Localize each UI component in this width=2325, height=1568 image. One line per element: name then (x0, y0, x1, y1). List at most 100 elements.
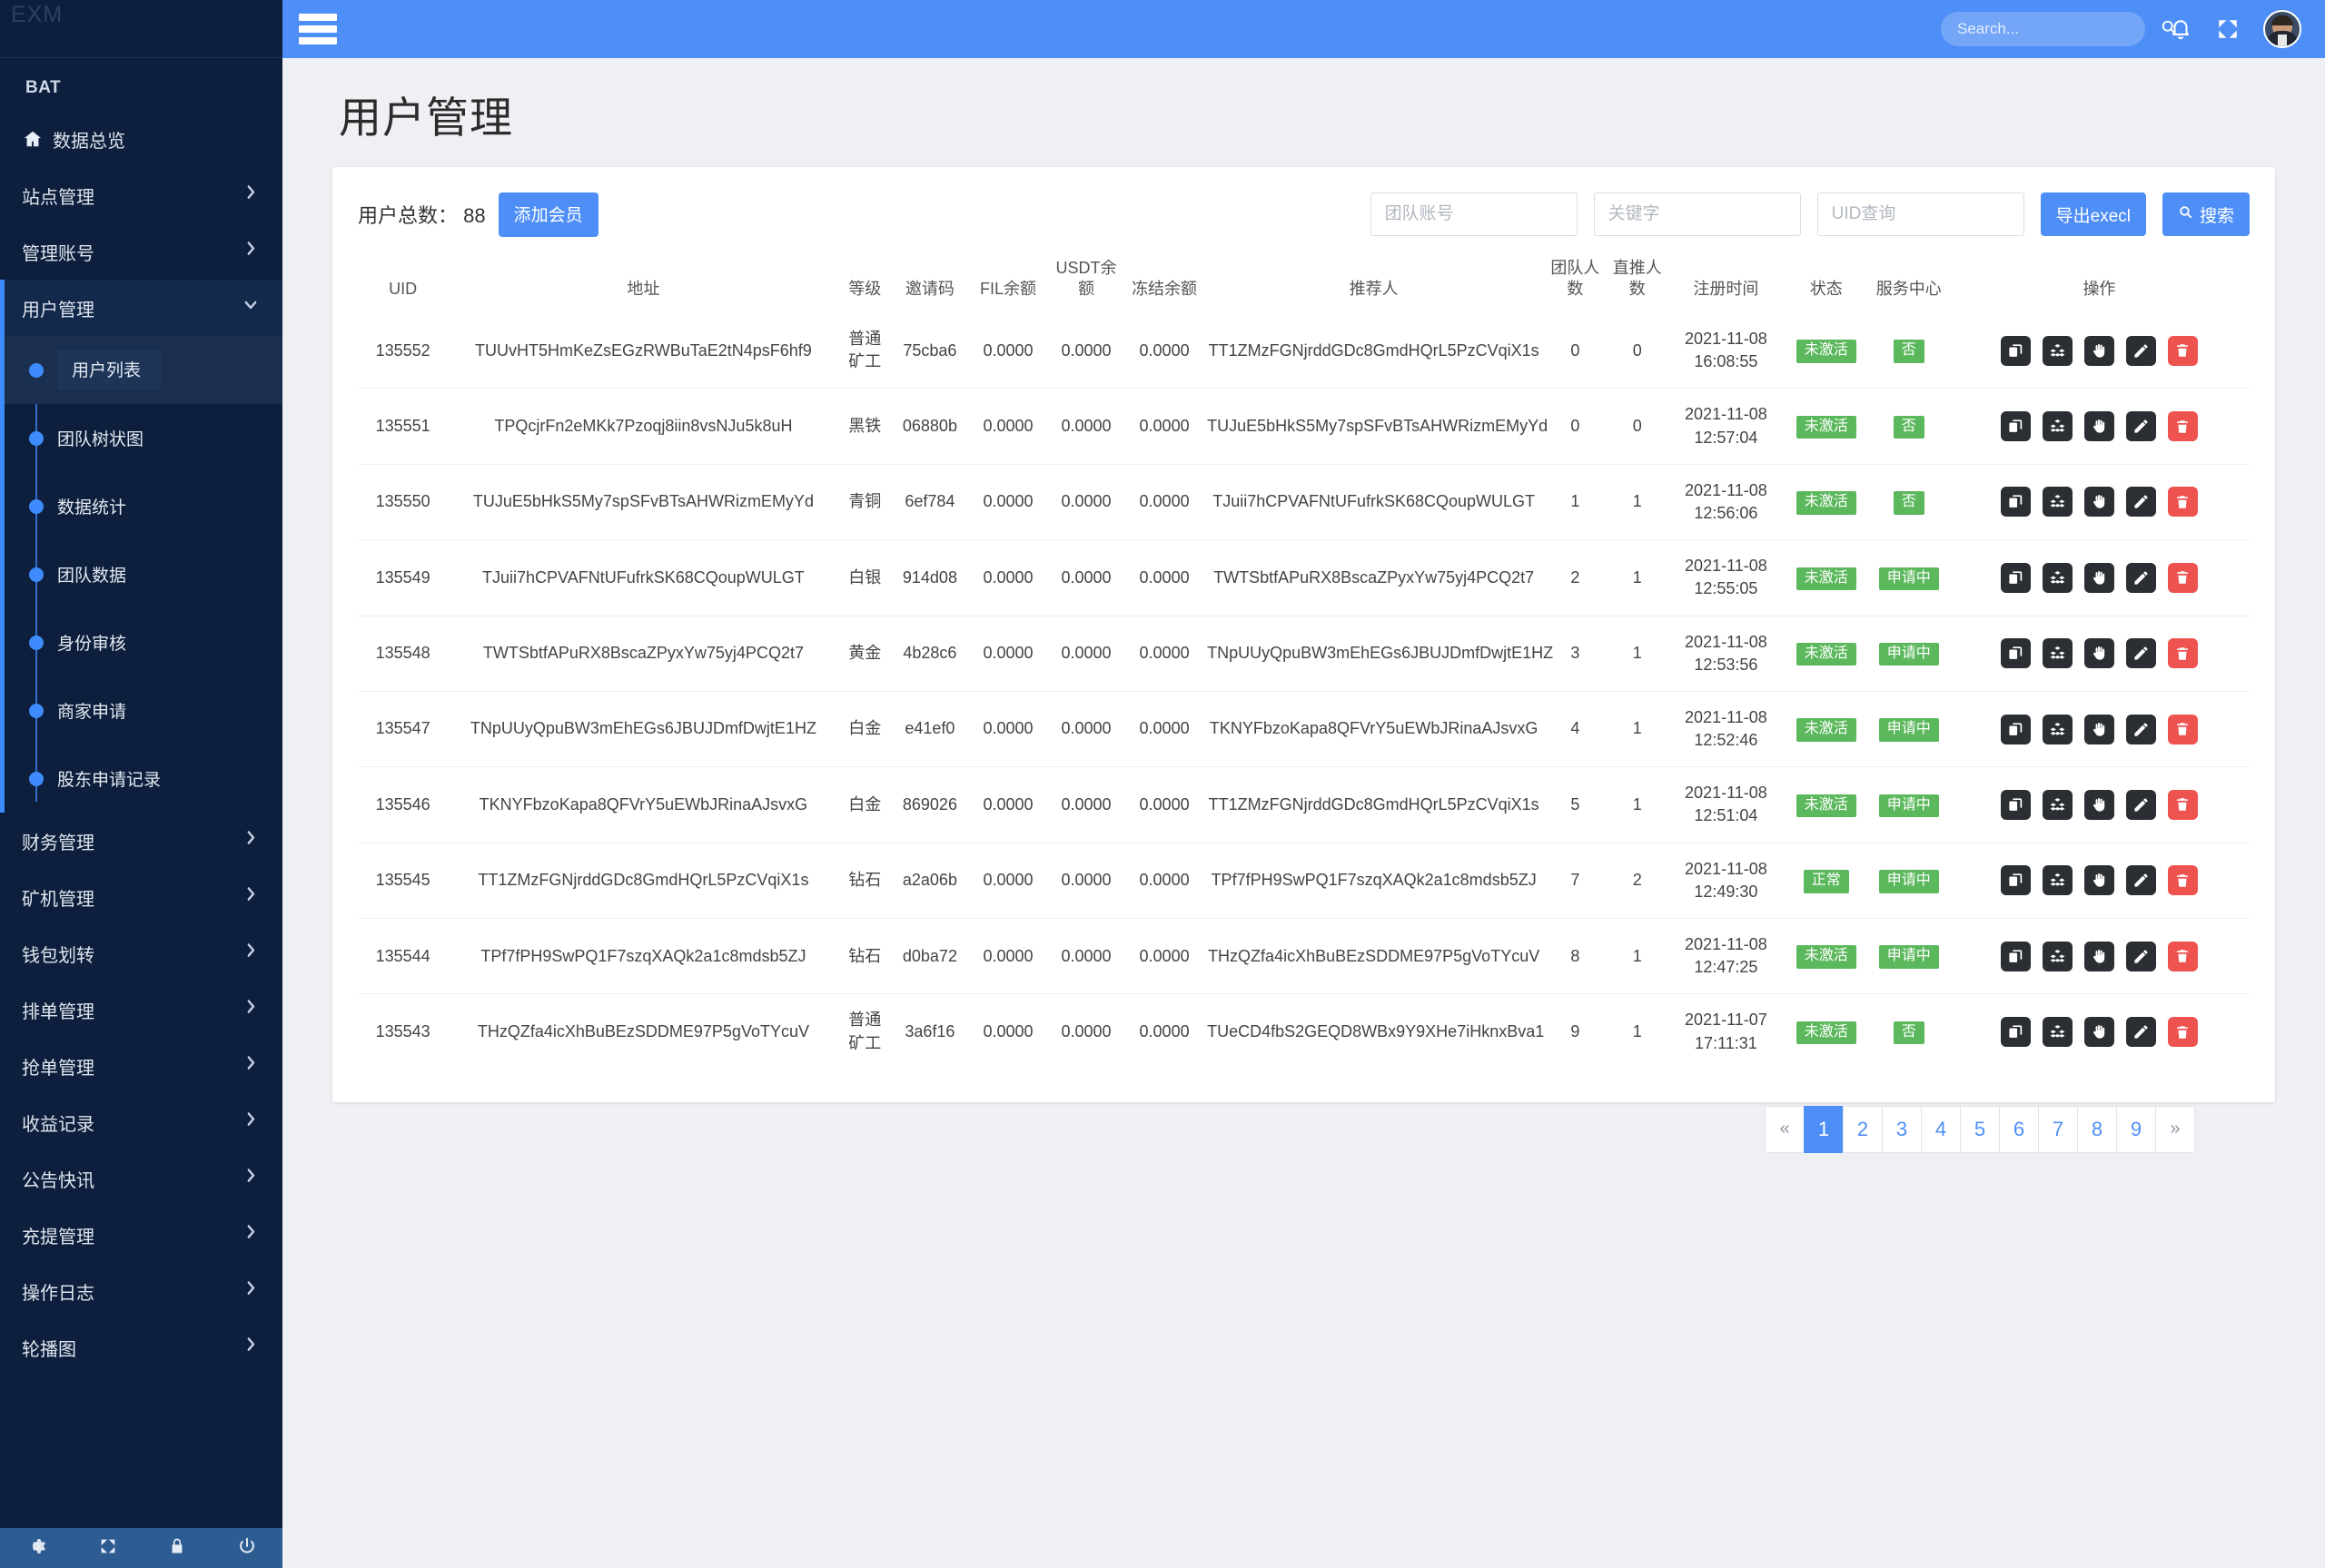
pagination-page-9[interactable]: 9 (2116, 1106, 2156, 1153)
add-member-button[interactable]: 添加会员 (499, 192, 599, 237)
export-excel-button[interactable]: 导出execl (2041, 192, 2146, 236)
cubes-icon[interactable] (2043, 865, 2073, 895)
trash-icon[interactable] (2168, 336, 2198, 366)
copy-icon[interactable] (2001, 715, 2031, 745)
edit-pencil-icon[interactable] (2126, 336, 2156, 366)
trash-icon[interactable] (2168, 942, 2198, 971)
copy-icon[interactable] (2001, 865, 2031, 895)
hamburger-icon[interactable] (299, 14, 337, 44)
hand-icon[interactable] (2084, 715, 2114, 745)
sidebar-item-3[interactable]: 用户管理 (0, 280, 282, 336)
hand-icon[interactable] (2084, 411, 2114, 441)
edit-pencil-icon[interactable] (2126, 487, 2156, 517)
cubes-icon[interactable] (2043, 411, 2073, 441)
sidebar-subitem-5[interactable]: 商家申请 (5, 676, 282, 745)
cell-service-center: 申请中 (1869, 919, 1949, 994)
trash-icon[interactable] (2168, 865, 2198, 895)
trash-icon[interactable] (2168, 790, 2198, 820)
copy-icon[interactable] (2001, 411, 2031, 441)
pagination-page-5[interactable]: 5 (1960, 1106, 2000, 1153)
cubes-icon[interactable] (2043, 790, 2073, 820)
sidebar-item-12[interactable]: 操作日志 (0, 1263, 282, 1319)
edit-pencil-icon[interactable] (2126, 563, 2156, 593)
copy-icon[interactable] (2001, 638, 2031, 668)
sidebar-subitem-0[interactable]: 用户列表 (5, 336, 282, 404)
hand-icon[interactable] (2084, 865, 2114, 895)
trash-icon[interactable] (2168, 1017, 2198, 1047)
sidebar-item-11[interactable]: 充提管理 (0, 1207, 282, 1263)
cubes-icon[interactable] (2043, 715, 2073, 745)
sidebar-item-6[interactable]: 钱包划转 (0, 925, 282, 981)
sidebar-subitem-3[interactable]: 团队数据 (5, 540, 282, 608)
copy-icon[interactable] (2001, 942, 2031, 971)
edit-pencil-icon[interactable] (2126, 638, 2156, 668)
trash-icon[interactable] (2168, 715, 2198, 745)
search-box[interactable] (1941, 12, 2145, 46)
pagination-prev[interactable]: « (1765, 1106, 1805, 1153)
trash-icon[interactable] (2168, 563, 2198, 593)
pagination-page-1[interactable]: 1 (1804, 1106, 1844, 1153)
pagination-page-8[interactable]: 8 (2077, 1106, 2117, 1153)
edit-pencil-icon[interactable] (2126, 1017, 2156, 1047)
edit-pencil-icon[interactable] (2126, 942, 2156, 971)
cubes-icon[interactable] (2043, 1017, 2073, 1047)
pagination-page-6[interactable]: 6 (1999, 1106, 2039, 1153)
sidebar-item-10[interactable]: 公告快讯 (0, 1150, 282, 1207)
fullscreen-icon[interactable] (2216, 17, 2240, 41)
hand-icon[interactable] (2084, 1017, 2114, 1047)
sidebar-subitem-1[interactable]: 团队树状图 (5, 404, 282, 472)
trash-icon[interactable] (2168, 638, 2198, 668)
pagination-page-3[interactable]: 3 (1882, 1106, 1922, 1153)
hand-icon[interactable] (2084, 487, 2114, 517)
lock-icon[interactable] (168, 1536, 186, 1560)
sidebar-subitem-2[interactable]: 数据统计 (5, 472, 282, 540)
sidebar-subitem-4[interactable]: 身份审核 (5, 608, 282, 676)
hand-icon[interactable] (2084, 638, 2114, 668)
sidebar-item-8[interactable]: 抢单管理 (0, 1038, 282, 1094)
copy-icon[interactable] (2001, 790, 2031, 820)
sidebar-item-4[interactable]: 财务管理 (0, 813, 282, 869)
cubes-icon[interactable] (2043, 563, 2073, 593)
avatar[interactable] (2263, 10, 2301, 48)
hand-icon[interactable] (2084, 563, 2114, 593)
sidebar-item-2[interactable]: 管理账号 (0, 223, 282, 280)
sidebar-item-5[interactable]: 矿机管理 (0, 869, 282, 925)
edit-pencil-icon[interactable] (2126, 790, 2156, 820)
edit-pencil-icon[interactable] (2126, 715, 2156, 745)
copy-icon[interactable] (2001, 563, 2031, 593)
gear-icon[interactable] (25, 1535, 47, 1561)
trash-icon[interactable] (2168, 411, 2198, 441)
hand-icon[interactable] (2084, 790, 2114, 820)
pagination-next[interactable]: » (2155, 1106, 2195, 1153)
cubes-icon[interactable] (2043, 487, 2073, 517)
search-input[interactable] (1955, 19, 2160, 39)
sidebar-item-label: 轮播图 (22, 1335, 242, 1361)
team-account-input[interactable] (1370, 192, 1578, 236)
sidebar-item-13[interactable]: 轮播图 (0, 1319, 282, 1376)
expand-icon[interactable] (98, 1536, 118, 1560)
copy-icon[interactable] (2001, 1017, 2031, 1047)
cubes-icon[interactable] (2043, 336, 2073, 366)
power-icon[interactable] (237, 1536, 257, 1560)
uid-input[interactable] (1817, 192, 2024, 236)
copy-icon[interactable] (2001, 336, 2031, 366)
trash-icon[interactable] (2168, 487, 2198, 517)
edit-pencil-icon[interactable] (2126, 411, 2156, 441)
hand-icon[interactable] (2084, 336, 2114, 366)
hand-icon[interactable] (2084, 942, 2114, 971)
pagination-page-2[interactable]: 2 (1843, 1106, 1883, 1153)
search-button[interactable]: 搜索 (2162, 192, 2250, 236)
sidebar-item-0[interactable]: 数据总览 (0, 111, 282, 167)
sidebar-item-7[interactable]: 排单管理 (0, 981, 282, 1038)
copy-icon[interactable] (2001, 487, 2031, 517)
sidebar-item-9[interactable]: 收益记录 (0, 1094, 282, 1150)
sidebar-subitem-6[interactable]: 股东申请记录 (5, 745, 282, 813)
edit-pencil-icon[interactable] (2126, 865, 2156, 895)
pagination-page-7[interactable]: 7 (2038, 1106, 2078, 1153)
pagination-page-4[interactable]: 4 (1921, 1106, 1961, 1153)
keyword-input[interactable] (1594, 192, 1801, 236)
sidebar-item-1[interactable]: 站点管理 (0, 167, 282, 223)
cubes-icon[interactable] (2043, 638, 2073, 668)
cubes-icon[interactable] (2043, 942, 2073, 971)
bell-icon[interactable] (2169, 17, 2192, 41)
